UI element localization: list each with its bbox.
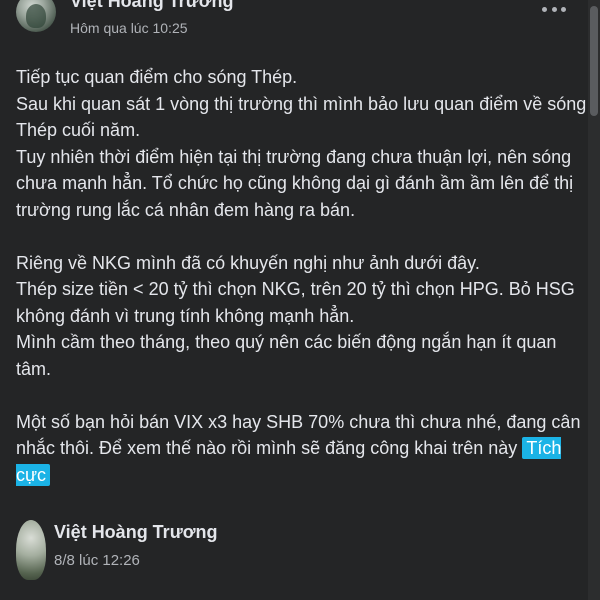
post-header: Việt Hoàng Trương Hôm qua lúc 10:25 [12, 0, 592, 42]
post-text-line: Thép size tiền < 20 tỷ thì chọn NKG, trê… [16, 279, 575, 326]
comment: Việt Hoàng Trương 8/8 lúc 12:26 [12, 514, 592, 594]
scrollbar-thumb[interactable] [590, 6, 598, 116]
post-timestamp[interactable]: Hôm qua lúc 10:25 [70, 20, 188, 36]
author-name[interactable]: Việt Hoàng Trương [70, 0, 234, 12]
post-text-segment: Một số bạn hỏi bán VIX x3 hay SHB 70% ch… [16, 411, 581, 459]
comment-author-name[interactable]: Việt Hoàng Trương [54, 522, 218, 543]
post-text-line: Tuy nhiên thời điểm hiện tại thị trường … [16, 146, 574, 220]
scrollbar-track[interactable] [588, 0, 600, 600]
facebook-post-page: Việt Hoàng Trương Hôm qua lúc 10:25 Tiếp… [0, 0, 600, 600]
post-text-line: Một số bạn hỏi bán VIX x3 hay SHB 70% ch… [16, 409, 591, 489]
author-avatar[interactable] [16, 0, 56, 32]
post-text-line: Mình cầm theo tháng, theo quý nên các bi… [16, 332, 557, 379]
post-text-line: Riêng về NKG mình đã có khuyến nghị như … [16, 252, 480, 273]
post-text-line: Sau khi quan sát 1 vòng thị trường thì m… [16, 93, 587, 141]
post-text-line: Tiếp tục quan điểm cho sóng Thép. [16, 67, 298, 87]
comment-timestamp[interactable]: 8/8 lúc 12:26 [54, 552, 140, 569]
more-dots-icon[interactable] [542, 2, 566, 16]
post-body: Tiếp tục quan điểm cho sóng Thép. Sau kh… [16, 64, 591, 488]
comment-avatar[interactable] [16, 520, 46, 580]
